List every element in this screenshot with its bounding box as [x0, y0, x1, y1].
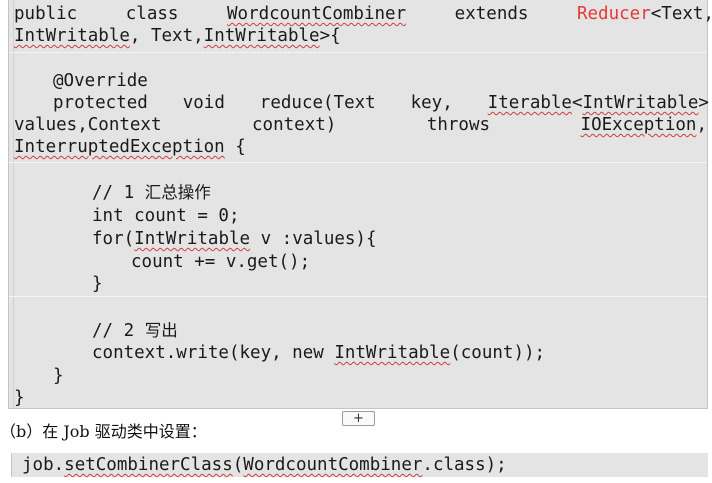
code-token: Reducer: [576, 4, 651, 24]
code-token: context.write(key, new: [92, 343, 335, 363]
code-line-7: InterruptedException {: [14, 136, 246, 158]
code-token: WordcountCombiner: [227, 4, 407, 24]
code-token: IntWritable: [203, 26, 320, 46]
code-token: ,: [696, 115, 707, 135]
code-token: <: [571, 93, 583, 113]
code-line-override: @Override: [53, 71, 148, 91]
comment-prefix: // 1: [92, 183, 145, 203]
code-token: , Text,: [129, 26, 204, 46]
code-line-6: values,Context context) throws IOExcepti…: [14, 114, 707, 136]
code-token: (: [232, 455, 244, 475]
code-token: (count));: [450, 343, 546, 363]
code-close-brace-method: }: [53, 366, 64, 386]
code-token: values,Context: [14, 115, 162, 135]
code-token: throws: [426, 115, 491, 135]
code-token: Iterable: [487, 93, 572, 113]
code-token: WordcountCombiner: [243, 455, 423, 475]
code-token: >: [698, 93, 709, 113]
code-token: IntWritable: [582, 93, 699, 113]
code-token: key,: [410, 93, 453, 113]
code-token: IntWritable: [134, 229, 251, 249]
code-line-job: job.setCombinerClass(WordcountCombiner.c…: [22, 454, 507, 476]
code-token: protected: [53, 93, 148, 113]
code-token: v :values){: [250, 229, 377, 249]
code-line-1: public class WordcountCombiner extends R…: [14, 3, 712, 25]
code-comment-1: // 1 汇总操作: [92, 182, 211, 204]
code-token: >{: [319, 26, 341, 46]
code-token: IntWritable: [14, 26, 130, 46]
code-token: IntWritable: [334, 343, 451, 363]
code-line-12: count += v.get();: [131, 252, 311, 272]
line-separator: [9, 162, 707, 163]
code-token: extends: [454, 4, 529, 24]
code-token: IOException: [580, 115, 697, 135]
code-token: reduce(Text: [259, 93, 376, 113]
code-close-brace-class: }: [14, 388, 25, 408]
line-separator: [9, 296, 707, 297]
code-token: job.: [22, 455, 65, 475]
comment-text: 写出: [144, 321, 178, 340]
code-token: {: [224, 137, 246, 157]
code-token: context): [252, 115, 337, 135]
code-token: public: [14, 4, 78, 24]
comment-prefix: // 2: [92, 321, 145, 341]
code-comment-2: // 2 写出: [92, 320, 178, 342]
code-block-2: job.setCombinerClass(WordcountCombiner.c…: [11, 453, 708, 477]
code-line-2: IntWritable, Text,IntWritable>{: [14, 25, 341, 47]
code-line-16: context.write(key, new IntWritable(count…: [92, 342, 545, 364]
code-token: class: [125, 4, 179, 24]
comment-text: 汇总操作: [144, 183, 211, 202]
code-token: InterruptedException: [14, 137, 225, 157]
code-close-brace-for: }: [92, 274, 103, 294]
code-token: for(: [92, 229, 135, 249]
code-token: <Text,: [650, 4, 712, 24]
line-separator: [9, 52, 707, 53]
expand-button[interactable]: +: [342, 411, 375, 426]
code-block: public class WordcountCombiner extends R…: [8, 0, 712, 409]
code-token: void: [182, 93, 225, 113]
code-token: .class);: [422, 455, 507, 475]
code-token: setCombinerClass: [64, 455, 233, 475]
code-line-5: protected void reduce(Text key, Iterable…: [53, 92, 709, 114]
code-line-10: int count = 0;: [92, 206, 240, 226]
code-line-11: for(IntWritable v :values){: [92, 228, 377, 250]
section-caption: （b）在 Job 驱动类中设置：: [0, 422, 207, 441]
